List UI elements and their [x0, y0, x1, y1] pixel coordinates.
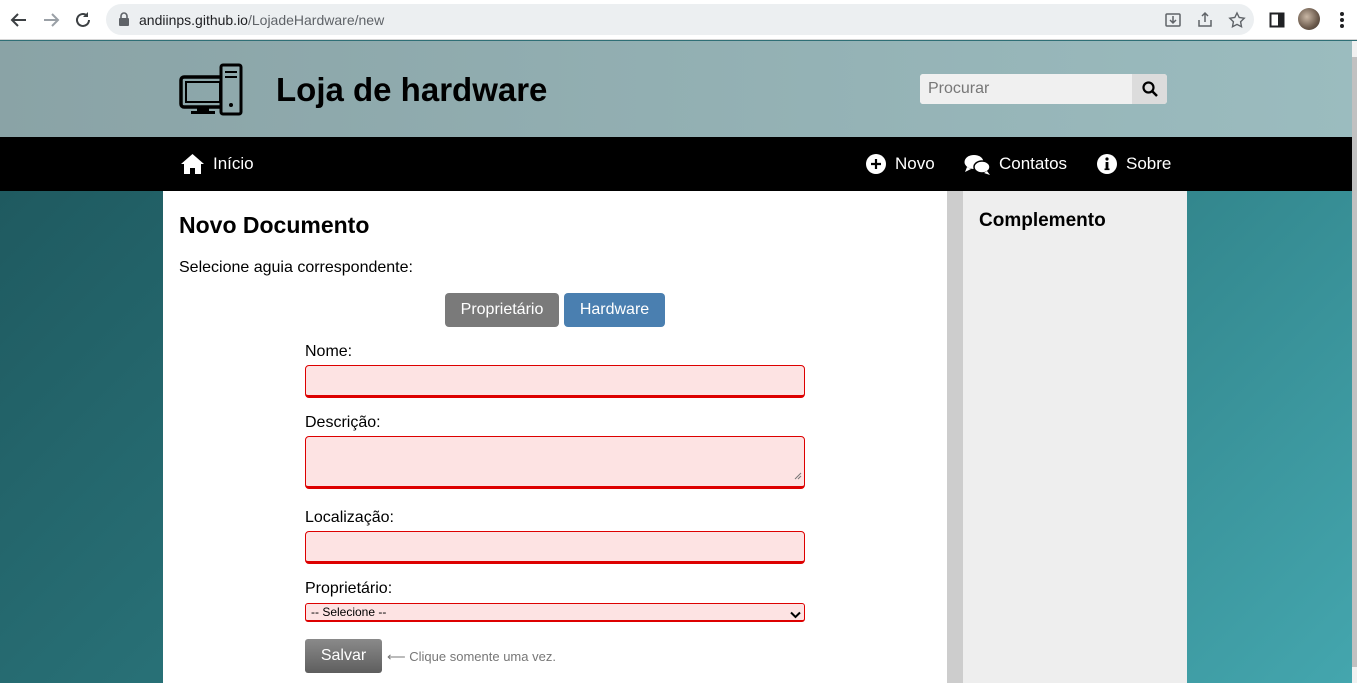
description-field[interactable] [306, 437, 804, 486]
search-icon [1141, 81, 1158, 97]
nav-home[interactable]: Início [180, 137, 254, 191]
lock-icon [118, 12, 130, 31]
url-path: /LojadeHardware/new [247, 12, 385, 28]
tab-hardware[interactable]: Hardware [564, 293, 665, 327]
nav-about[interactable]: Sobre [1096, 137, 1171, 191]
home-icon [181, 154, 204, 174]
location-field-wrapper [305, 531, 805, 564]
url-host: andiinps.github.io [139, 12, 248, 28]
main-content: Novo Documento Selecione aguia correspon… [163, 191, 947, 683]
nav-contacts-label: Contatos [999, 154, 1068, 173]
reload-icon[interactable] [71, 8, 95, 32]
forward-arrow-icon[interactable] [39, 8, 63, 32]
owner-label: Proprietário: [305, 580, 393, 597]
resize-grip-icon[interactable] [794, 467, 802, 485]
save-button[interactable]: Salvar [305, 639, 382, 673]
share-icon[interactable] [1196, 11, 1214, 29]
name-field[interactable] [306, 366, 804, 395]
browser-toolbar: andiinps.github.io/LojadeHardware/new [0, 0, 1357, 40]
search-box [920, 74, 1167, 104]
nav-new-label: Novo [895, 154, 935, 173]
save-hint: ⟵ Clique somente uma vez. [387, 649, 556, 664]
nav-contacts[interactable]: Contatos [964, 137, 1067, 191]
chat-bubbles-icon [964, 155, 991, 175]
search-button[interactable] [1132, 74, 1167, 104]
description-label: Descrição: [305, 414, 381, 431]
location-label: Localização: [305, 509, 394, 526]
kebab-menu-icon[interactable] [1330, 8, 1354, 32]
side-panel-icon[interactable] [1265, 8, 1289, 32]
location-field[interactable] [306, 532, 804, 561]
profile-avatar[interactable] [1298, 8, 1320, 30]
scrollbar-thumb[interactable] [1352, 57, 1357, 667]
nav-home-label: Início [213, 154, 254, 173]
owner-select-value: -- Selecione -- [311, 605, 387, 619]
info-circle-icon [1097, 154, 1117, 174]
chevron-down-icon [790, 607, 801, 623]
url-text: andiinps.github.io/LojadeHardware/new [139, 12, 384, 28]
search-input[interactable] [920, 74, 1132, 104]
content-divider [947, 191, 963, 683]
instruction-text: Selecione aguia correspondente: [179, 259, 413, 276]
sidebar-title: Complemento [979, 210, 1106, 231]
address-bar[interactable]: andiinps.github.io/LojadeHardware/new [106, 4, 1254, 35]
bookmark-star-icon[interactable] [1228, 11, 1246, 29]
name-field-wrapper [305, 365, 805, 398]
owner-select[interactable]: -- Selecione -- [305, 603, 805, 622]
nav-about-label: Sobre [1126, 154, 1172, 173]
page-title: Novo Documento [179, 212, 370, 238]
page-scrollbar[interactable] [1352, 41, 1357, 683]
plus-circle-icon [866, 154, 886, 174]
name-label: Nome: [305, 343, 353, 360]
install-app-icon[interactable] [1164, 11, 1182, 29]
nav-new[interactable]: Novo [865, 137, 935, 191]
site-header: Loja de hardware [0, 41, 1357, 137]
tab-owner[interactable]: Proprietário [445, 293, 559, 327]
back-arrow-icon[interactable] [7, 8, 31, 32]
main-nav: Início Novo Contatos Sobre [0, 137, 1352, 191]
site-title[interactable]: Loja de hardware [276, 71, 547, 109]
description-field-wrapper [305, 436, 805, 489]
computer-logo-icon [179, 63, 243, 122]
sidebar-complement: Complemento [963, 191, 1187, 683]
